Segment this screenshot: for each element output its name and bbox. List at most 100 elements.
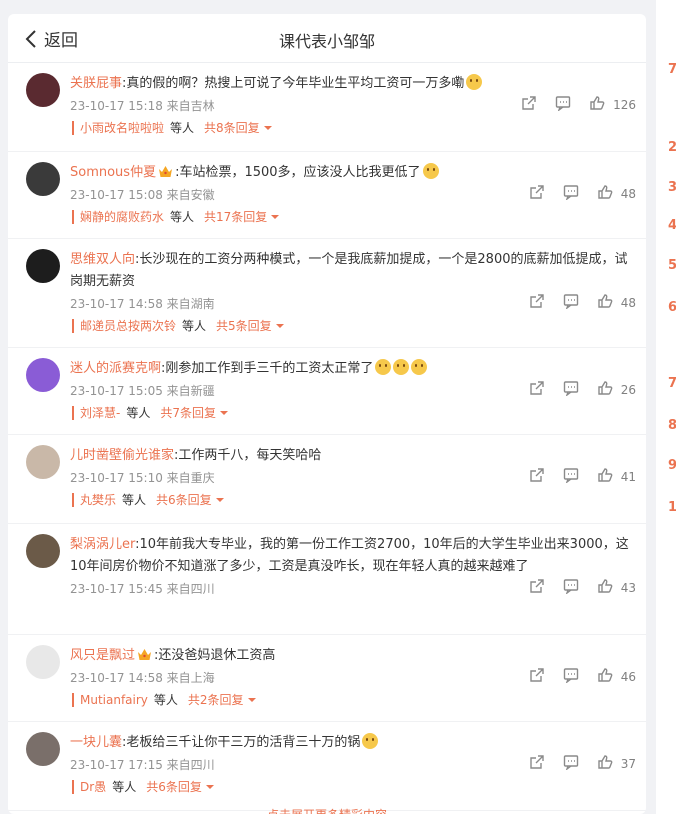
avatar[interactable]	[26, 732, 60, 766]
comment-text: 梨涡涡儿er:10年前我大专毕业，我的第一份工作工资2700，10年后的大学生毕…	[70, 534, 630, 578]
comment-button[interactable]	[563, 754, 579, 773]
comment-username[interactable]: 风只是飘过	[70, 648, 135, 663]
view-replies-button[interactable]: 共5条回复	[216, 317, 285, 334]
avatar[interactable]	[26, 534, 60, 568]
comment-username[interactable]: 思维双人向	[70, 252, 135, 267]
header-bar: 返回 课代表小邹邹	[8, 14, 646, 63]
comment-username[interactable]: 一块儿囊	[70, 735, 122, 750]
thumbs-up-icon	[597, 380, 613, 399]
comment-actions: 48	[511, 184, 636, 203]
comment-meta: 23-10-17 15:05 来自新疆	[70, 384, 215, 398]
reply-username[interactable]: Mutianfairy	[80, 693, 148, 707]
share-icon	[521, 95, 537, 114]
share-button[interactable]	[529, 578, 545, 597]
comment-button[interactable]	[555, 95, 571, 114]
like-button[interactable]: 46	[597, 667, 636, 686]
thumbs-up-icon	[597, 467, 613, 486]
share-button[interactable]	[529, 667, 545, 686]
share-button[interactable]	[521, 95, 537, 114]
sidebar-rank-number: 8	[668, 418, 676, 433]
avatar[interactable]	[26, 249, 60, 283]
comment-button[interactable]	[563, 184, 579, 203]
comment-button[interactable]	[563, 578, 579, 597]
view-replies-button[interactable]: 共6条回复	[146, 778, 215, 795]
comment-body: :老板给三千让你干三万的活背三十万的锅	[122, 735, 361, 750]
comment-button[interactable]	[563, 667, 579, 686]
share-icon	[529, 293, 545, 312]
emoji-icon	[375, 359, 392, 375]
like-count: 48	[620, 295, 636, 310]
reply-others-label: 等人	[153, 693, 178, 707]
comment-body: :工作两千八，每天笑哈哈	[174, 448, 322, 463]
comment-actions: 26	[511, 380, 636, 399]
reply-summary: 娴静的腐败药水 等人 共17条回复	[71, 208, 280, 225]
like-button[interactable]: 48	[597, 184, 636, 203]
like-button[interactable]: 126	[589, 95, 636, 114]
reply-username[interactable]: 邮递员总按两次铃	[80, 317, 176, 334]
comment-username[interactable]: 迷人的派赛克啊	[70, 361, 161, 376]
expand-more-link[interactable]: 点击展开更多精彩内容	[8, 806, 646, 814]
share-button[interactable]	[529, 467, 545, 486]
comment-button[interactable]	[563, 380, 579, 399]
emoji-icon	[362, 733, 379, 749]
comment-body: :还没爸妈退休工资高	[154, 648, 276, 663]
avatar[interactable]	[26, 358, 60, 392]
emoji-icon	[422, 163, 439, 179]
comment-username[interactable]: 关朕屁事	[70, 76, 122, 91]
view-replies-button[interactable]: 共8条回复	[204, 119, 273, 136]
reply-username[interactable]: 小雨改名啦啦啦	[80, 119, 164, 136]
comment-button[interactable]	[563, 293, 579, 312]
thumbs-up-icon	[589, 95, 605, 114]
share-button[interactable]	[529, 754, 545, 773]
caret-down-icon	[205, 784, 214, 789]
like-button[interactable]: 26	[597, 380, 636, 399]
reply-count: 共8条回复	[204, 121, 260, 135]
comment-text: 迷人的派赛克啊:刚参加工作到手三千的工资太正常了	[70, 358, 630, 380]
reply-others-label: 等人	[170, 121, 195, 135]
comment-icon	[563, 467, 579, 486]
emoji-icon	[393, 359, 410, 375]
sidebar-rank-number: 1	[668, 500, 676, 515]
comment-button[interactable]	[563, 467, 579, 486]
like-button[interactable]: 48	[597, 293, 636, 312]
share-button[interactable]	[529, 184, 545, 203]
reply-username[interactable]: Dr愚	[80, 778, 106, 795]
comment-body: :车站检票，1500多，应该没人比我更低了	[175, 165, 421, 180]
back-button[interactable]: 返回	[24, 26, 78, 51]
like-button[interactable]: 41	[597, 467, 636, 486]
reply-username[interactable]: 丸樊乐	[80, 491, 116, 508]
avatar[interactable]	[26, 162, 60, 196]
thumbs-up-icon	[597, 667, 613, 686]
comment-icon	[555, 95, 571, 114]
view-replies-button[interactable]: 共6条回复	[156, 491, 225, 508]
caret-down-icon	[215, 497, 224, 502]
like-button[interactable]: 43	[597, 578, 636, 597]
comment-username[interactable]: 儿时凿壁偷光谁家	[70, 448, 174, 463]
view-replies-button[interactable]: 共2条回复	[188, 691, 257, 708]
reply-others-label: 等人	[112, 780, 137, 794]
like-button[interactable]: 37	[597, 754, 636, 773]
avatar[interactable]	[26, 73, 60, 107]
share-icon	[529, 380, 545, 399]
comment-item: 儿时凿壁偷光谁家:工作两千八，每天笑哈哈 23-10-17 15:10 来自重庆 4…	[8, 435, 646, 524]
view-replies-button[interactable]: 共7条回复	[160, 404, 229, 421]
comment-username[interactable]: 梨涡涡儿er	[70, 537, 135, 552]
comment-meta: 23-10-17 14:58 来自湖南	[70, 297, 215, 311]
comment-list: 关朕屁事:真的假的啊？热搜上可说了今年毕业生平均工资可一万多嘞 23-10-17 …	[8, 63, 646, 811]
share-button[interactable]	[529, 293, 545, 312]
comment-body: :长沙现在的工资分两种模式，一个是我底薪加提成，一个是2800的底薪加低提成，试…	[70, 252, 628, 289]
emoji-icon	[411, 359, 428, 375]
reply-username[interactable]: 刘泽慧-	[80, 404, 120, 421]
view-replies-button[interactable]: 共17条回复	[204, 208, 280, 225]
share-icon	[529, 754, 545, 773]
caret-down-icon	[263, 125, 272, 130]
thumbs-up-icon	[597, 184, 613, 203]
reply-others-label: 等人	[122, 493, 147, 507]
comment-username[interactable]: Somnous仲夏	[70, 165, 156, 180]
share-button[interactable]	[529, 380, 545, 399]
caret-down-icon	[247, 697, 256, 702]
reply-username[interactable]: 娴静的腐败药水	[80, 208, 164, 225]
avatar[interactable]	[26, 445, 60, 479]
comment-body: :10年前我大专毕业，我的第一份工作工资2700，10年后的大学生毕业出来300…	[70, 537, 629, 574]
avatar[interactable]	[26, 645, 60, 679]
